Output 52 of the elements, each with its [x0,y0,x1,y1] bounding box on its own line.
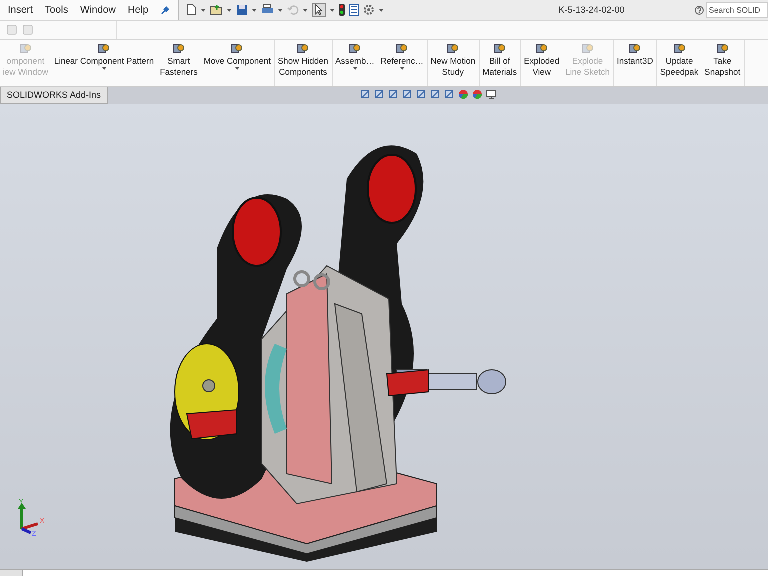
ribbon-command[interactable]: Move Component [200,40,274,86]
ribbon-command[interactable]: Instant3D [614,40,656,86]
command-icon [98,43,110,55]
caret-icon [302,8,308,12]
ribbon-command[interactable]: New Motion Study [428,40,479,86]
command-icon [674,43,686,55]
ribbon-command[interactable]: Exploded View [521,40,563,86]
command-icon [536,43,548,55]
command-icon [231,43,244,55]
caret-icon [378,8,384,12]
select-pointer-icon[interactable] [312,3,326,17]
new-document-icon[interactable] [186,4,197,16]
caret-icon [200,8,206,12]
ribbon-command[interactable]: Assemb… [332,40,378,86]
ribbon-command[interactable]: Smart Fasteners [157,40,201,86]
search-field[interactable]: Search SOLID [706,2,768,18]
menu-item[interactable]: Insert [8,4,34,16]
menu-item[interactable]: Window [80,4,116,16]
open-folder-icon[interactable] [210,4,223,16]
command-icon [629,43,642,55]
command-icon [494,43,506,55]
file-properties-icon[interactable] [348,4,359,16]
command-icon [447,43,460,55]
pin-icon[interactable] [160,6,170,14]
command-icon [20,43,32,55]
caret-icon [330,8,335,12]
command-icon [297,43,310,55]
window-title: K-5-13-24-02-00 [558,5,626,15]
menu-item[interactable]: Tools [45,4,68,16]
command-icon [582,43,594,55]
ribbon-command[interactable]: Take Snapshot [702,40,744,86]
menu-item[interactable]: Help [128,4,149,16]
caret-icon [226,8,232,12]
caret-icon [278,8,283,12]
print-icon[interactable] [260,4,274,16]
ribbon-tab[interactable]: SOLIDWORKS Add-Ins [0,87,108,104]
ribbon-command[interactable]: Update Speedpak [657,40,702,86]
command-icon [349,43,362,55]
command-icon [716,43,729,55]
command-icon [172,43,185,55]
help-icon [695,6,704,14]
axis-triad-icon [18,503,38,534]
ribbon-command[interactable]: Show Hidden Components [274,40,332,86]
settings-icon[interactable] [362,4,375,16]
ribbon-command[interactable]: Bill of Materials [480,40,520,86]
save-icon[interactable] [236,4,248,16]
monitor-icon[interactable] [486,89,497,100]
ribbon-command[interactable]: Referenc… [378,40,427,86]
ribbon-command[interactable]: Linear Component Pattern [51,40,158,86]
command-icon [396,43,408,55]
caret-icon [252,8,257,12]
traffic-light-icon[interactable] [338,4,345,16]
